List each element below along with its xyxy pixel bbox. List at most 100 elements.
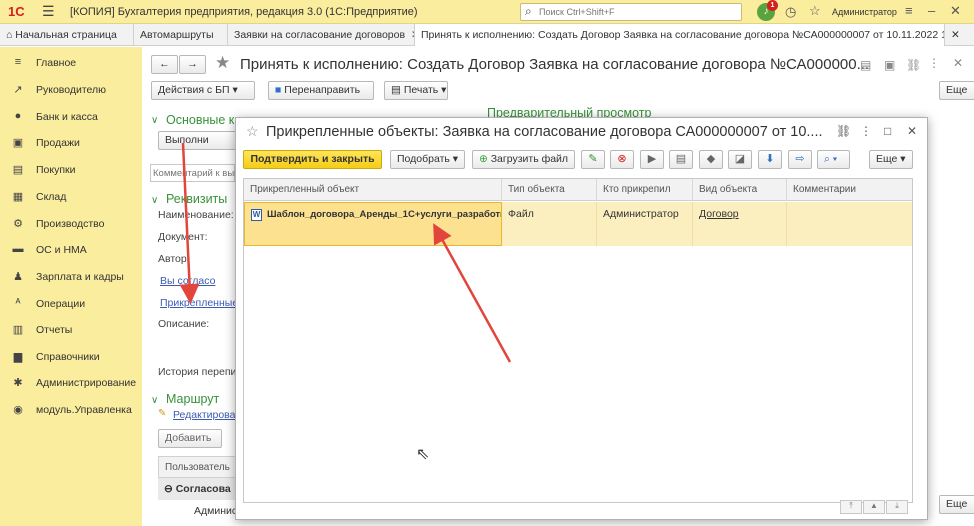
admin-row[interactable]: Админис: [158, 500, 238, 522]
global-search[interactable]: ⌕: [520, 3, 742, 21]
sidebar-item-zarplata[interactable]: ♟ Зарплата и кадры: [10, 269, 142, 291]
cell-object[interactable]: W Шаблон_договора_Аренды_1С+услуги_разраб…: [244, 202, 502, 246]
favorites-star-icon[interactable]: ☆: [809, 3, 821, 19]
sidebar-item-operacii[interactable]: ᴬ Операции: [10, 296, 142, 318]
author-label: Автор:: [158, 253, 190, 265]
forward-button[interactable]: →: [179, 55, 206, 74]
tab-home[interactable]: ⌂ Начальная страница: [0, 24, 134, 46]
edit-pencil-icon[interactable]: ✎: [581, 150, 605, 169]
hamburger-menu-icon[interactable]: ☰: [42, 3, 55, 20]
close-form-icon[interactable]: ✕: [953, 56, 963, 70]
cart-icon: ▤: [12, 164, 24, 176]
sidebar-item-glavnoe[interactable]: ≡ Главное: [10, 55, 142, 77]
column-header-comment[interactable]: Комментарии: [787, 179, 912, 201]
more-dialog-button[interactable]: Еще ▾: [869, 150, 913, 169]
scroll-bottom-icon[interactable]: ⤓: [886, 500, 908, 514]
more-icon[interactable]: ⋮: [928, 56, 940, 70]
more-button[interactable]: Еще: [939, 81, 974, 100]
search-icon: ⌕: [824, 153, 830, 165]
sidebar-item-administrirovanie[interactable]: ✱ Администрирование: [10, 375, 142, 397]
upload-plus-icon: ⊕: [479, 153, 491, 165]
execute-button[interactable]: Выполни: [158, 131, 238, 150]
minimize-window-icon[interactable]: –: [928, 3, 935, 18]
favorite-star-icon[interactable]: ☆: [246, 123, 259, 140]
main-group-header[interactable]: Основные к: [166, 113, 234, 127]
collapse-chevron-icon[interactable]: ∨: [151, 115, 158, 126]
column-header-author[interactable]: Кто прикрепил: [597, 179, 693, 201]
maximize-icon[interactable]: □: [884, 124, 891, 138]
tab-automarshruty[interactable]: Автомаршруты: [134, 24, 228, 46]
column-header-object[interactable]: Прикрепленный объект: [244, 179, 502, 201]
tab-current-task[interactable]: Принять к исполнению: Создать Договор За…: [415, 24, 945, 46]
table-row[interactable]: W Шаблон_договора_Аренды_1С+услуги_разраб…: [244, 202, 912, 246]
favorite-star-icon[interactable]: ★: [215, 53, 230, 73]
route-group-header[interactable]: Маршрут: [166, 392, 219, 406]
collapse-chevron-icon[interactable]: ∨: [151, 395, 158, 406]
comment-field[interactable]: [150, 164, 235, 182]
current-user[interactable]: Администратор: [832, 7, 897, 17]
scroll-up-icon[interactable]: ▲: [863, 500, 885, 514]
approval-row[interactable]: ⊖ Согласова: [158, 478, 238, 500]
sidebar-item-prodazhi[interactable]: ▣ Продажи: [10, 135, 142, 157]
sidebar-item-otchety[interactable]: ▥ Отчеты: [10, 322, 142, 344]
more-icon[interactable]: ⋮: [860, 124, 872, 138]
sidebar-item-spravochniki[interactable]: ▆ Справочники: [10, 349, 142, 371]
history-label: История перепис: [158, 366, 242, 378]
print-button[interactable]: ▤ Печать ▾: [384, 81, 448, 100]
sidebar-item-sklad[interactable]: ▦ Склад: [10, 189, 142, 211]
print-icon[interactable]: ▤: [860, 58, 871, 72]
column-header-type[interactable]: Тип объекта: [502, 179, 597, 201]
link-icon[interactable]: ⛓: [906, 58, 921, 72]
close-window-icon[interactable]: ✕: [950, 3, 961, 19]
sidebar-item-modul[interactable]: ◉ модуль.Управленка: [10, 402, 142, 424]
sidebar-item-bank[interactable]: ● Банк и касса: [10, 109, 142, 131]
save-to-disk-icon[interactable]: ◆: [699, 150, 723, 169]
cell-kind[interactable]: Договор: [693, 202, 787, 246]
confirm-and-close-button[interactable]: Подтвердить и закрыть: [243, 150, 382, 169]
description-label: Описание:: [158, 318, 210, 330]
properties-icon[interactable]: ◪: [728, 150, 752, 169]
cell-author: Администратор: [597, 202, 693, 246]
search-input[interactable]: [539, 6, 734, 18]
actions-bp-button[interactable]: Действия с БП ▾: [151, 81, 255, 100]
scroll-top-icon[interactable]: ⤒: [840, 500, 862, 514]
open-icon[interactable]: ▶: [640, 150, 664, 169]
menu-icon: ≡: [14, 56, 22, 68]
more-bottom-button[interactable]: Еще: [939, 495, 974, 514]
search-dropdown-button[interactable]: ⌕ ▾: [817, 150, 850, 169]
link-icon[interactable]: ⛓: [836, 124, 851, 138]
settings-icon[interactable]: ≡: [905, 3, 913, 18]
comment-input[interactable]: [151, 165, 235, 181]
requisites-group-header[interactable]: Реквизиты: [166, 192, 227, 206]
back-button[interactable]: ←: [151, 55, 178, 74]
copy-icon[interactable]: ▤: [669, 150, 693, 169]
select-button[interactable]: Подобрать ▾: [390, 150, 465, 169]
notifications-badge: 1: [767, 0, 778, 11]
delete-icon[interactable]: ⊗: [610, 150, 634, 169]
attached-objects-link[interactable]: Прикрепленные: [160, 297, 238, 309]
send-icon[interactable]: ⇨: [788, 150, 812, 169]
sidebar-item-pokupki[interactable]: ▤ Покупки: [10, 162, 142, 184]
column-header-kind[interactable]: Вид объекта: [693, 179, 787, 201]
history-icon[interactable]: ◷: [785, 4, 796, 20]
sidebar-item-os-nma[interactable]: ▬ ОС и НМА: [10, 242, 142, 264]
sidebar-item-proizvodstvo[interactable]: ⚙ Производство: [10, 216, 142, 238]
attached-objects-dialog: ☆ Прикрепленные объекты: Заявка на согла…: [235, 117, 928, 520]
bank-icon: ●: [14, 110, 22, 122]
close-tab-icon[interactable]: ✕: [945, 24, 974, 46]
collapse-chevron-icon[interactable]: ∨: [151, 195, 158, 206]
download-icon[interactable]: ⬇: [758, 150, 782, 169]
issue-link[interactable]: Вы согласо: [160, 275, 215, 287]
sidebar-item-rukovoditelyu[interactable]: ↗ Руководителю: [10, 82, 142, 104]
mouse-cursor-icon: ⇖: [416, 446, 430, 463]
edit-route-link[interactable]: Редактирова: [173, 409, 235, 421]
books-icon: ▆: [13, 351, 23, 363]
upload-file-button[interactable]: ⊕ Загрузить файл: [472, 150, 575, 169]
redirect-button[interactable]: ■ Перенаправить: [268, 81, 374, 100]
add-button[interactable]: Добавить: [158, 429, 222, 448]
assets-icon: ▬: [12, 243, 24, 255]
tab-zayavki[interactable]: Заявки на согласование договоров✕: [228, 24, 415, 46]
production-icon: ⚙: [13, 218, 23, 230]
save-icon[interactable]: ▣: [884, 58, 895, 72]
close-dialog-icon[interactable]: ✕: [907, 124, 917, 138]
